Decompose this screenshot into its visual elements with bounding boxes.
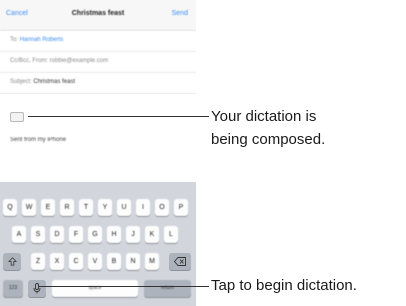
key-h[interactable]: H [107,226,121,243]
delete-key[interactable] [169,253,191,270]
numbers-key[interactable]: 123 [3,280,23,297]
key-z[interactable]: Z [31,253,45,270]
microphone-icon [33,283,41,294]
shift-key[interactable] [3,253,21,270]
dictation-key[interactable] [28,280,46,297]
to-field[interactable]: To: Hannah Roberts [0,31,196,52]
message-title: Christmas feast [71,10,125,17]
composing-callout-line2: being composed. [211,131,326,148]
key-a[interactable]: A [12,226,26,243]
keyboard: Q W E R T Y U I O P A S D F G H J K L Z … [0,182,196,306]
key-l[interactable]: L [164,226,178,243]
key-s[interactable]: S [31,226,45,243]
key-w[interactable]: W [22,199,36,216]
key-d[interactable]: D [50,226,64,243]
subject-value: Christmas feast [33,79,76,85]
key-m[interactable]: M [145,253,159,270]
key-r[interactable]: R [60,199,74,216]
key-p[interactable]: P [174,199,188,216]
delete-icon [173,257,186,266]
key-e[interactable]: E [41,199,55,216]
composing-callout-line [28,116,209,117]
space-key[interactable]: space [52,280,138,297]
key-o[interactable]: O [155,199,169,216]
dictation-placeholder [10,112,24,122]
composing-callout-line1: Your dictation is [211,108,317,125]
key-v[interactable]: V [88,253,102,270]
key-g[interactable]: G [88,226,102,243]
key-k[interactable]: K [145,226,159,243]
key-q[interactable]: Q [3,199,17,216]
to-recipient[interactable]: Hannah Roberts [20,37,64,43]
to-label: To: Hannah Roberts [10,37,64,43]
dictation-callout-line [38,286,209,287]
send-button[interactable]: Send [172,10,188,17]
shift-arrow-icon [7,257,17,266]
subject-field[interactable]: Subject: Christmas feast [0,73,196,94]
cc-bcc-from-field[interactable]: Cc/Bcc, From: robbie@example.com [0,52,196,73]
phone-screen: Cancel Christmas feast Send To: Hannah R… [0,0,196,306]
dictation-callout-text: Tap to begin dictation. [211,277,357,294]
key-i[interactable]: I [136,199,150,216]
cc-bcc-from-text: Cc/Bcc, From: robbie@example.com [10,58,109,64]
key-b[interactable]: B [107,253,121,270]
key-y[interactable]: Y [98,199,112,216]
key-n[interactable]: N [126,253,140,270]
return-key[interactable]: return [144,280,191,297]
signature: Sent from my iPhone [10,137,67,143]
key-x[interactable]: X [50,253,64,270]
subject-text: Subject: Christmas feast [10,79,76,85]
key-j[interactable]: J [126,226,140,243]
key-u[interactable]: U [117,199,131,216]
navigation-bar: Cancel Christmas feast Send [0,0,196,31]
key-t[interactable]: T [79,199,93,216]
key-c[interactable]: C [69,253,83,270]
key-f[interactable]: F [69,226,83,243]
